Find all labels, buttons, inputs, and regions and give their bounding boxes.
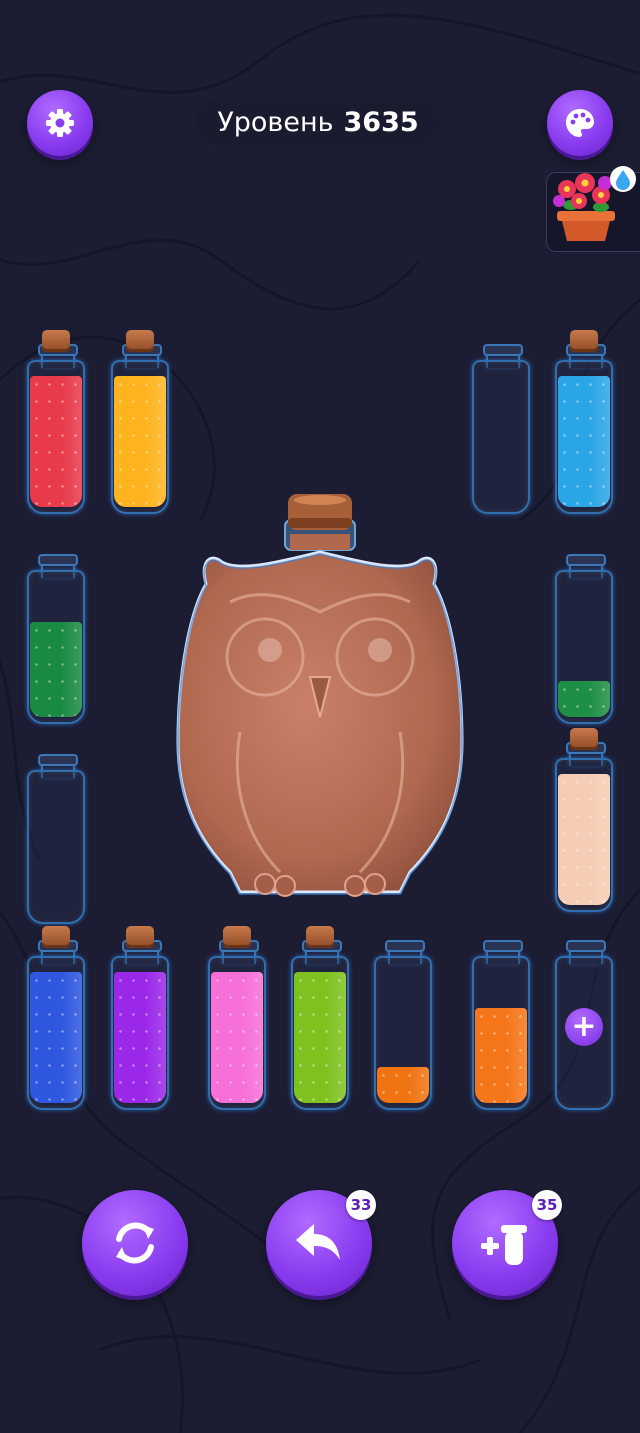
sparkle-overlay <box>558 774 610 905</box>
test-tube[interactable] <box>206 926 268 1110</box>
sparkle-overlay <box>475 1008 527 1103</box>
flower-pot-icon <box>553 166 636 241</box>
liquid-fill <box>558 774 610 905</box>
test-tube[interactable] <box>553 330 615 514</box>
tube-rim <box>385 940 425 952</box>
tube-rim <box>483 344 523 356</box>
cork-icon <box>42 330 70 352</box>
liquid-fill <box>377 1067 429 1103</box>
tube-glass <box>27 770 85 924</box>
sparkle-overlay <box>30 376 82 507</box>
tube-rim <box>566 554 606 566</box>
level-number: 3635 <box>343 106 419 138</box>
sparkle-overlay <box>294 972 346 1103</box>
sparkle-overlay <box>558 376 610 507</box>
restart-button[interactable] <box>82 1190 188 1296</box>
liquid-fill <box>114 972 166 1103</box>
sparkle-overlay <box>30 622 82 717</box>
add-tube-icon <box>481 1225 527 1265</box>
cork-icon <box>570 728 598 750</box>
tube-rim <box>483 940 523 952</box>
theme-button[interactable] <box>547 90 613 156</box>
level-label: Уровень <box>217 106 334 138</box>
test-tube[interactable] <box>25 926 87 1110</box>
palette-icon <box>566 109 594 137</box>
level-indicator: Уровень 3635 <box>196 98 440 146</box>
tube-rim <box>38 754 78 766</box>
tube-glass <box>472 360 530 514</box>
undo-count-badge: 33 <box>346 1190 376 1220</box>
liquid-fill <box>30 972 82 1103</box>
test-tube[interactable] <box>553 728 615 912</box>
restart-icon <box>116 1222 154 1264</box>
test-tube[interactable] <box>372 926 434 1110</box>
liquid-fill <box>475 1008 527 1103</box>
tube-rim <box>566 940 606 952</box>
sparkle-overlay <box>211 972 263 1103</box>
add-tube-count-badge: 35 <box>532 1190 562 1220</box>
test-tube[interactable] <box>25 330 87 514</box>
flower-shop-button[interactable] <box>546 166 640 252</box>
test-tube[interactable] <box>109 330 171 514</box>
cork-icon <box>223 926 251 948</box>
cork-icon <box>306 926 334 948</box>
liquid-fill <box>30 376 82 507</box>
liquid-fill <box>558 681 610 717</box>
liquid-fill <box>211 972 263 1103</box>
gear-icon <box>46 109 74 137</box>
test-tube[interactable] <box>25 540 87 724</box>
tube-rim <box>38 554 78 566</box>
cork-icon <box>570 330 598 352</box>
cork-icon <box>126 330 154 352</box>
sparkle-overlay <box>30 972 82 1103</box>
test-tube[interactable] <box>553 540 615 724</box>
owl-bottle[interactable] <box>170 492 470 902</box>
settings-button[interactable] <box>27 90 93 156</box>
liquid-fill <box>114 376 166 507</box>
sparkle-overlay <box>377 1067 429 1103</box>
plus-icon[interactable]: + <box>565 1008 603 1046</box>
test-tube[interactable] <box>109 926 171 1110</box>
liquid-fill <box>294 972 346 1103</box>
sparkle-overlay <box>114 972 166 1103</box>
liquid-fill <box>30 622 82 717</box>
liquid-fill <box>558 376 610 507</box>
sparkle-overlay <box>558 681 610 717</box>
test-tube[interactable] <box>289 926 351 1110</box>
test-tube[interactable] <box>470 926 532 1110</box>
cork-icon <box>42 926 70 948</box>
test-tube[interactable]: + <box>553 926 615 1110</box>
sparkle-overlay <box>114 376 166 507</box>
test-tube[interactable] <box>25 740 87 924</box>
undo-icon <box>296 1224 340 1260</box>
test-tube[interactable] <box>470 330 532 514</box>
cork-icon <box>126 926 154 948</box>
